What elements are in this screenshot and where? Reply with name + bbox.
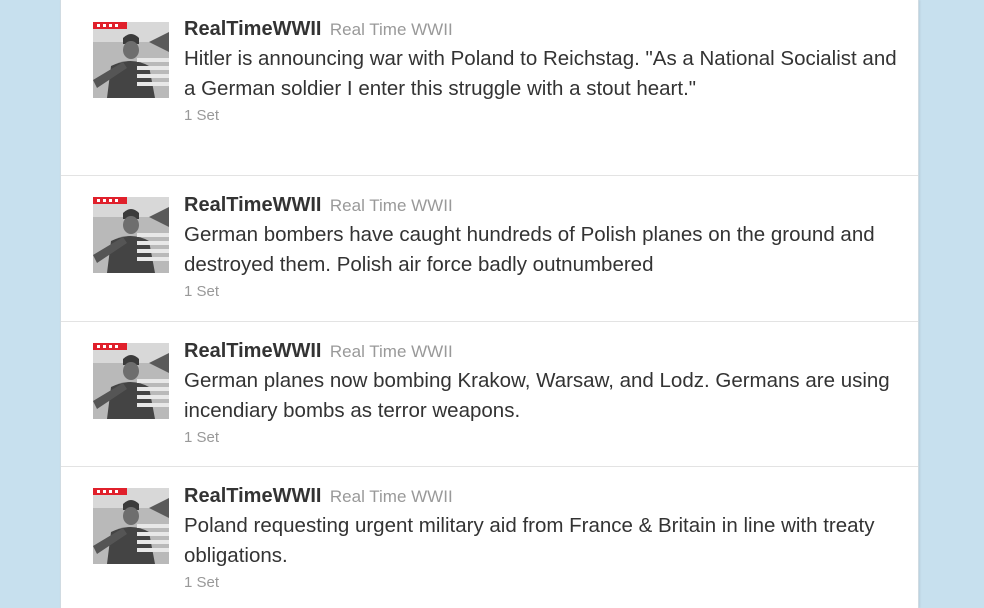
full-name-link[interactable]: Real Time WWII — [330, 342, 453, 361]
full-name-link[interactable]: Real Time WWII — [330, 196, 453, 215]
tweet[interactable]: RealTimeWWII Real Time WWII Hitler is an… — [61, 0, 918, 176]
soldier-photo-icon — [93, 197, 169, 273]
tweet[interactable]: RealTimeWWII Real Time WWII Poland reque… — [61, 467, 918, 608]
tweet-header: RealTimeWWII Real Time WWII — [184, 192, 898, 218]
screen-name-link[interactable]: RealTimeWWII — [184, 194, 321, 216]
tweet-header: RealTimeWWII Real Time WWII — [184, 16, 898, 42]
timestamp-link[interactable]: 1 Set — [184, 429, 219, 446]
tweet-content: RealTimeWWII Real Time WWII Hitler is an… — [184, 16, 898, 125]
full-name-link[interactable]: Real Time WWII — [330, 487, 453, 506]
timestamp-link[interactable]: 1 Set — [184, 107, 219, 124]
avatar[interactable] — [93, 22, 169, 98]
tweet-content: RealTimeWWII Real Time WWII German bombe… — [184, 192, 898, 301]
tweet-text: Poland requesting urgent military aid fr… — [184, 514, 875, 567]
full-name-link[interactable]: Real Time WWII — [330, 20, 453, 39]
screen-name-link[interactable]: RealTimeWWII — [184, 485, 321, 507]
timestamp-link[interactable]: 1 Set — [184, 574, 219, 591]
avatar[interactable] — [93, 197, 169, 273]
avatar[interactable] — [93, 343, 169, 419]
soldier-photo-icon — [93, 343, 169, 419]
tweet[interactable]: RealTimeWWII Real Time WWII German plane… — [61, 322, 918, 467]
tweet-header: RealTimeWWII Real Time WWII — [184, 483, 898, 509]
tweet[interactable]: RealTimeWWII Real Time WWII German bombe… — [61, 176, 918, 322]
tweet-content: RealTimeWWII Real Time WWII German plane… — [184, 338, 898, 447]
avatar[interactable] — [93, 488, 169, 564]
tweet-text: German planes now bombing Krakow, Warsaw… — [184, 369, 890, 422]
soldier-photo-icon — [93, 488, 169, 564]
tweet-text: Hitler is announcing war with Poland to … — [184, 47, 897, 100]
screen-name-link[interactable]: RealTimeWWII — [184, 340, 321, 362]
tweet-content: RealTimeWWII Real Time WWII Poland reque… — [184, 483, 898, 592]
soldier-photo-icon — [93, 22, 169, 98]
timeline: RealTimeWWII Real Time WWII Hitler is an… — [60, 0, 919, 608]
tweet-text: German bombers have caught hundreds of P… — [184, 223, 875, 276]
screen-name-link[interactable]: RealTimeWWII — [184, 18, 321, 40]
tweet-header: RealTimeWWII Real Time WWII — [184, 338, 898, 364]
timestamp-link[interactable]: 1 Set — [184, 283, 219, 300]
